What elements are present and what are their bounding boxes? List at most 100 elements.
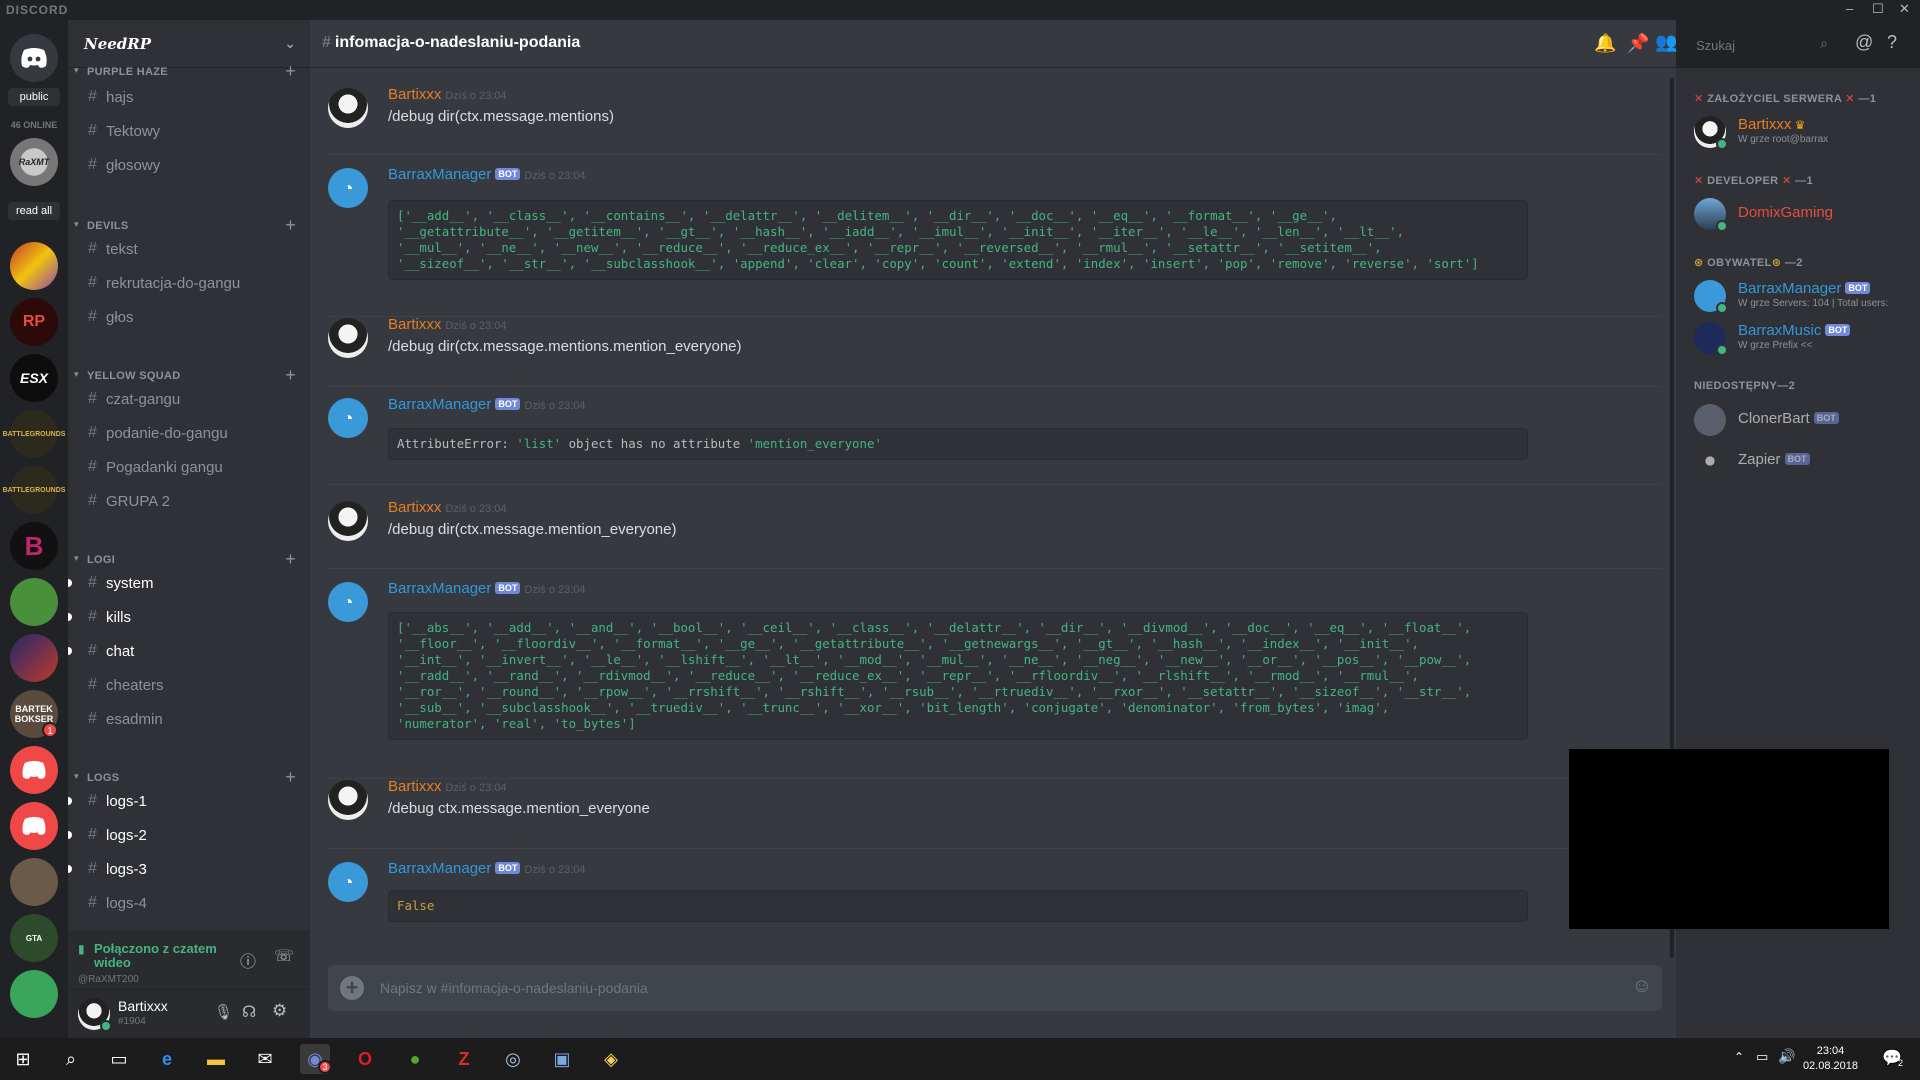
- server-icon-2[interactable]: [10, 242, 58, 290]
- message-input[interactable]: [380, 977, 1580, 999]
- channel-hajs[interactable]: # hajs: [76, 83, 302, 111]
- avatar[interactable]: [328, 318, 368, 358]
- gear-icon[interactable]: ⚙: [272, 1001, 287, 1021]
- emoji-icon[interactable]: ☺: [1632, 975, 1652, 998]
- channel-chat[interactable]: # chat: [68, 637, 302, 665]
- channel-grupa-2[interactable]: # GRUPA 2: [76, 487, 302, 515]
- close-icon[interactable]: ✕: [1899, 1, 1910, 17]
- category-yellow-squad[interactable]: ▾ YELLOW SQUAD +: [68, 365, 310, 386]
- message-author[interactable]: BarraxManager BOT Dziś o 23:04: [388, 580, 586, 597]
- signal-icon[interactable]: ▮: [78, 942, 85, 956]
- network-icon[interactable]: ▭: [1756, 1049, 1768, 1065]
- avatar[interactable]: [328, 88, 368, 128]
- channel-logs-1[interactable]: # logs-1: [68, 787, 302, 815]
- network-app-icon[interactable]: ▣: [547, 1044, 577, 1074]
- channel-logs-2[interactable]: # logs-2: [68, 821, 302, 849]
- video-preview[interactable]: [1569, 749, 1889, 929]
- add-channel-icon[interactable]: +: [285, 365, 296, 386]
- message-author[interactable]: BarraxManager BOT Dziś o 23:04: [388, 166, 586, 183]
- channel-tektowy[interactable]: # Tektowy: [76, 117, 302, 145]
- chevron-down-icon[interactable]: ⌄: [284, 35, 296, 52]
- member-barraxmusic[interactable]: BarraxMusic BOT W grze Prefix <<: [1694, 318, 1914, 358]
- microphone-icon[interactable]: 🎙: [214, 1003, 233, 1021]
- volume-icon[interactable]: 🔊: [1778, 1048, 1795, 1065]
- upload-plus-icon[interactable]: +: [340, 976, 364, 1000]
- hs-icon[interactable]: ●: [400, 1044, 430, 1074]
- category-logs[interactable]: ▾ LOGS +: [68, 767, 310, 788]
- channel-logs-3[interactable]: # logs-3: [68, 855, 302, 883]
- bot-avatar[interactable]: ◔: [328, 862, 368, 902]
- bot-avatar[interactable]: ◔: [328, 398, 368, 438]
- message-author[interactable]: Bartixxx Dziś o 23:04: [388, 778, 507, 795]
- server-header[interactable]: NeedRP ⌄: [68, 20, 310, 68]
- add-channel-icon[interactable]: +: [285, 549, 296, 570]
- message-author[interactable]: BarraxManager BOT Dziś o 23:04: [388, 396, 586, 413]
- channel-czat-gangu[interactable]: # czat-gangu: [76, 385, 302, 413]
- channel-glos[interactable]: # głos: [76, 303, 302, 331]
- member-list-icon[interactable]: 👥: [1655, 32, 1677, 53]
- windows-start-icon[interactable]: ⊞: [8, 1044, 38, 1074]
- add-channel-icon[interactable]: +: [285, 215, 296, 236]
- member-bartixxx[interactable]: Bartixxx ♛ W grze root@barrax: [1694, 112, 1914, 152]
- file-explorer-icon[interactable]: ▬: [201, 1044, 231, 1074]
- message-author[interactable]: Bartixxx Dziś o 23:04: [388, 499, 507, 516]
- channel-glosowy[interactable]: # głosowy: [76, 151, 302, 179]
- server-icon-rp[interactable]: RP: [10, 298, 58, 346]
- search-icon[interactable]: ⌕: [56, 1044, 86, 1074]
- channel-system[interactable]: # system: [68, 569, 302, 597]
- headphones-icon[interactable]: ☊: [242, 1002, 256, 1022]
- opera-icon[interactable]: O: [350, 1044, 380, 1074]
- server-discord-red-1[interactable]: [10, 746, 58, 794]
- category-devils[interactable]: ▾ DEVILS +: [68, 215, 310, 236]
- info-icon[interactable]: ⓘ: [240, 948, 256, 972]
- maximize-icon[interactable]: ☐: [1872, 1, 1884, 17]
- python-icon[interactable]: ◈: [596, 1044, 626, 1074]
- message-author[interactable]: Bartixxx Dziś o 23:04: [388, 86, 507, 103]
- filezilla-icon[interactable]: Z: [449, 1044, 479, 1074]
- add-channel-icon[interactable]: +: [285, 767, 296, 788]
- category-purple-haze[interactable]: ▾ PURPLE HAZE +: [68, 61, 310, 82]
- server-pepe[interactable]: [10, 578, 58, 626]
- search-box[interactable]: ⌕: [1690, 32, 1836, 58]
- category-logi[interactable]: ▾ LOGI +: [68, 549, 310, 570]
- minimize-icon[interactable]: –: [1846, 1, 1853, 16]
- edge-icon[interactable]: e: [152, 1044, 182, 1074]
- member-clonerbart[interactable]: ClonerBart BOT: [1694, 400, 1914, 440]
- steam-icon[interactable]: ◎: [498, 1044, 528, 1074]
- server-gta[interactable]: GTA: [10, 914, 58, 962]
- server-b[interactable]: B: [10, 522, 58, 570]
- channel-kills[interactable]: # kills: [68, 603, 302, 631]
- channel-esadmin[interactable]: # esadmin: [76, 705, 302, 733]
- server-raxmt[interactable]: RaXMT: [10, 138, 58, 186]
- channel-pogadanki-gangu[interactable]: # Pogadanki gangu: [76, 453, 302, 481]
- task-view-icon[interactable]: ▭: [104, 1044, 134, 1074]
- chevron-up-icon[interactable]: ⌃: [1734, 1050, 1744, 1064]
- server-battlegrounds-1[interactable]: BATTLEGROUNDS: [3, 410, 65, 458]
- pin-icon[interactable]: 📌: [1627, 33, 1649, 54]
- avatar[interactable]: [328, 780, 368, 820]
- channel-logs-4[interactable]: # logs-4: [76, 889, 302, 917]
- server-esx[interactable]: ESX: [10, 354, 58, 402]
- clock[interactable]: 23:04 02.08.2018: [1803, 1044, 1858, 1074]
- server-icon-12[interactable]: [10, 858, 58, 906]
- bell-icon[interactable]: 🔔: [1594, 33, 1616, 54]
- member-domixgaming[interactable]: DomixGaming: [1694, 194, 1914, 234]
- bot-avatar[interactable]: ◔: [328, 168, 368, 208]
- message-author[interactable]: BarraxManager BOT Dziś o 23:04: [388, 860, 586, 877]
- server-discord-red-2[interactable]: [10, 802, 58, 850]
- channel-podanie-do-gangu[interactable]: # podanie-do-gangu: [76, 419, 302, 447]
- add-channel-icon[interactable]: +: [285, 61, 296, 82]
- discord-home-icon[interactable]: [10, 34, 58, 82]
- disconnect-icon[interactable]: ☏: [274, 946, 294, 966]
- channel-cheaters[interactable]: # cheaters: [76, 671, 302, 699]
- help-icon[interactable]: ?: [1887, 32, 1897, 53]
- avatar[interactable]: [328, 501, 368, 541]
- public-label[interactable]: public: [8, 88, 60, 106]
- member-zapier[interactable]: Zapier BOT: [1694, 441, 1914, 481]
- bot-avatar[interactable]: ◔: [328, 582, 368, 622]
- channel-tekst[interactable]: # tekst: [76, 235, 302, 263]
- server-icon-14[interactable]: [10, 970, 58, 1018]
- mail-icon[interactable]: ✉: [250, 1044, 280, 1074]
- mention-icon[interactable]: @: [1855, 32, 1873, 53]
- server-icon-9[interactable]: [10, 634, 58, 682]
